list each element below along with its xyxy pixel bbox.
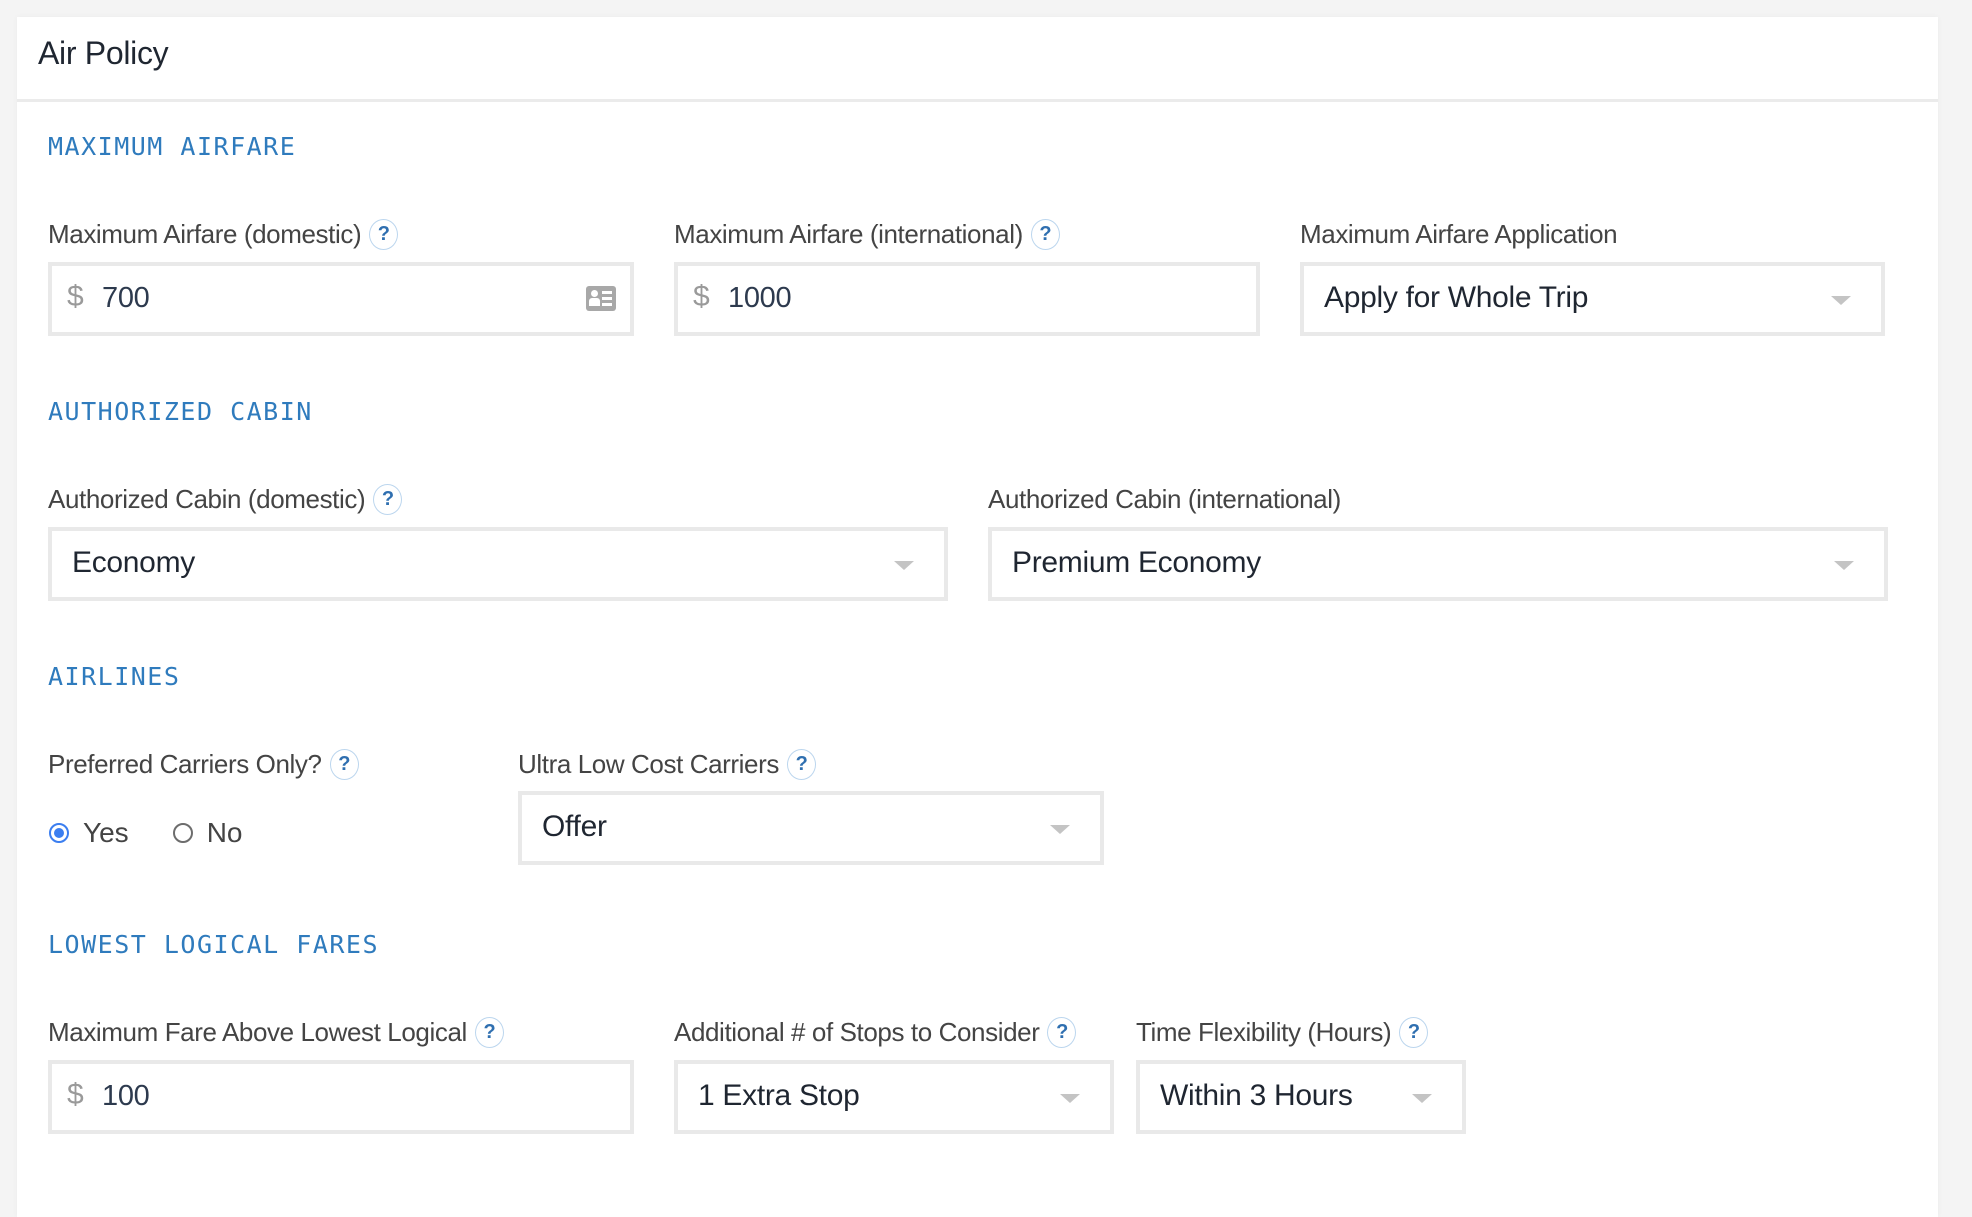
help-icon[interactable]: ? [1030,219,1060,250]
help-icon[interactable]: ? [1047,1017,1077,1048]
label-max-fare-above-lowest: Maximum Fare Above Lowest Logical ? [48,1017,504,1048]
label-text: Maximum Airfare Application [1300,219,1618,249]
label-max-airfare-domestic: Maximum Airfare (domestic) ? [48,219,399,250]
selected-value: Premium Economy [1012,546,1261,579]
chevron-down-icon [1060,1094,1080,1103]
radio-option-no[interactable]: No [172,817,243,849]
label-text: Maximum Airfare (domestic) [48,219,362,249]
radio-no[interactable] [172,823,193,843]
label-text: Maximum Airfare (international) [674,219,1023,249]
label-text: Preferred Carriers Only? [48,749,322,779]
selected-value: Economy [72,546,195,579]
help-icon[interactable]: ? [474,1017,504,1048]
radio-label-no: No [206,817,243,848]
label-text: Authorized Cabin (domestic) [48,484,366,514]
label-max-airfare-application: Maximum Airfare Application [1300,219,1618,250]
label-ultra-low-cost-carriers: Ultra Low Cost Carriers ? [518,749,816,780]
section-title-authorized-cabin: AUTHORIZED CABIN [48,397,313,426]
max-airfare-international-input[interactable]: $ 1000 [674,262,1260,336]
radio-option-yes[interactable]: Yes [49,817,129,849]
max-airfare-international-value: 1000 [728,282,792,314]
section-title-lowest-logical-fares: LOWEST LOGICAL FARES [48,930,380,959]
ultra-low-cost-carriers-select[interactable]: Offer [518,791,1104,865]
label-additional-stops: Additional # of Stops to Consider ? [674,1017,1077,1048]
help-icon[interactable]: ? [786,749,816,780]
max-airfare-domestic-value: 700 [102,282,150,314]
radio-label-yes: Yes [83,817,129,848]
label-time-flexibility: Time Flexibility (Hours) ? [1136,1017,1429,1048]
chevron-down-icon [1050,825,1070,834]
help-icon[interactable]: ? [329,749,359,780]
authorized-cabin-domestic-select[interactable]: Economy [48,527,948,601]
chevron-down-icon [1831,296,1851,305]
dollar-icon: $ [693,280,710,313]
help-icon[interactable]: ? [1399,1017,1429,1048]
preferred-carriers-radio-group: Yes No [49,817,286,849]
chevron-down-icon [894,561,914,570]
label-text: Ultra Low Cost Carriers [518,749,779,779]
authorized-cabin-international-select[interactable]: Premium Economy [988,527,1888,601]
air-policy-card: Air Policy MAXIMUM AIRFARE Maximum Airfa… [17,17,1938,1217]
max-airfare-domestic-input[interactable]: $ 700 [48,262,634,336]
additional-stops-select[interactable]: 1 Extra Stop [674,1060,1114,1134]
max-airfare-application-select[interactable]: Apply for Whole Trip [1300,262,1885,336]
contact-card-icon[interactable] [586,286,616,311]
section-title-airlines: AIRLINES [48,662,181,691]
label-text: Authorized Cabin (international) [988,484,1341,514]
selected-value: Apply for Whole Trip [1324,281,1589,314]
label-text: Additional # of Stops to Consider [674,1017,1040,1047]
label-preferred-carriers: Preferred Carriers Only? ? [48,749,359,780]
label-authorized-cabin-domestic: Authorized Cabin (domestic) ? [48,484,403,515]
radio-yes[interactable] [49,823,69,843]
selected-value: Offer [542,810,607,843]
chevron-down-icon [1412,1094,1432,1103]
page-title: Air Policy [38,35,169,71]
help-icon[interactable]: ? [369,219,399,250]
label-text: Time Flexibility (Hours) [1136,1017,1392,1047]
card-header: Air Policy [17,17,1938,102]
chevron-down-icon [1834,561,1854,570]
selected-value: 1 Extra Stop [698,1079,860,1112]
help-icon[interactable]: ? [373,484,403,515]
max-fare-above-lowest-input[interactable]: $ 100 [48,1060,634,1134]
label-authorized-cabin-international: Authorized Cabin (international) [988,484,1341,515]
dollar-icon: $ [67,1078,84,1111]
max-fare-above-lowest-value: 100 [102,1080,150,1112]
label-max-airfare-international: Maximum Airfare (international) ? [674,219,1060,250]
selected-value: Within 3 Hours [1160,1079,1353,1112]
label-text: Maximum Fare Above Lowest Logical [48,1017,467,1047]
section-title-maximum-airfare: MAXIMUM AIRFARE [48,132,297,161]
time-flexibility-select[interactable]: Within 3 Hours [1136,1060,1466,1134]
dollar-icon: $ [67,280,84,313]
